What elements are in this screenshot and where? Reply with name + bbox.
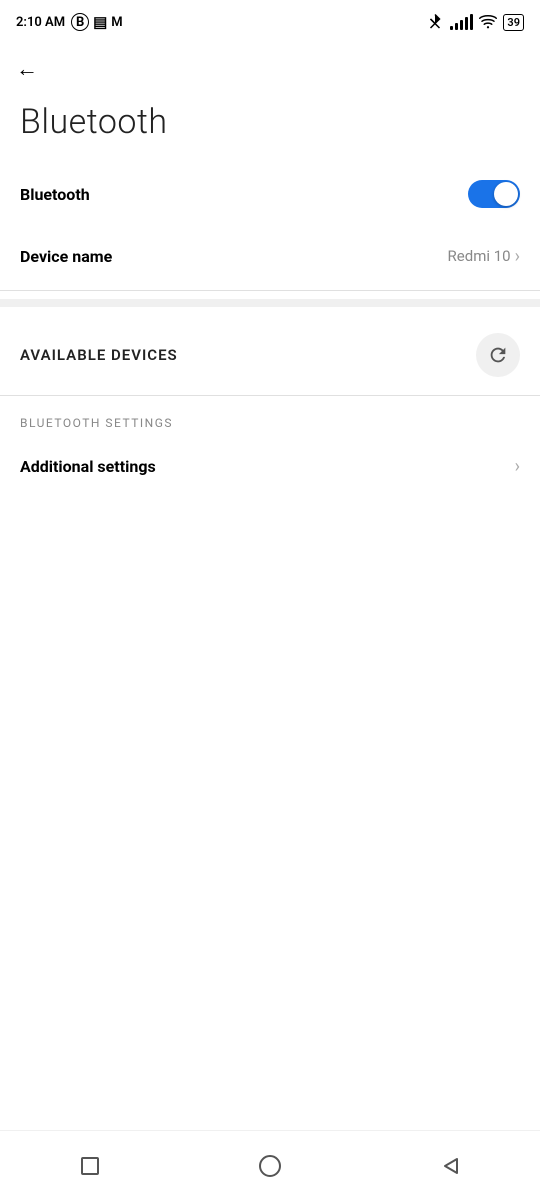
- device-name-label: Device name: [20, 247, 112, 266]
- device-name-value: Redmi 10 ›: [448, 246, 520, 267]
- back-button[interactable]: ←: [0, 44, 540, 94]
- status-icons: B ▤ M: [71, 13, 123, 31]
- bluetooth-toggle[interactable]: [468, 180, 520, 208]
- bluetooth-settings-label: BLUETOOTH SETTINGS: [0, 400, 540, 438]
- status-left: 2:10 AM B ▤ M: [16, 13, 123, 31]
- square-icon: [79, 1155, 101, 1177]
- bluetooth-status-icon: [426, 13, 444, 31]
- status-right: 39: [426, 13, 524, 31]
- divider-2: [0, 395, 540, 396]
- device-name-text: Redmi 10: [448, 247, 511, 265]
- back-arrow-icon: ←: [16, 57, 38, 82]
- triangle-icon: [439, 1155, 461, 1177]
- additional-settings-row[interactable]: Additional settings ›: [0, 438, 540, 495]
- wifi-icon: [479, 13, 497, 31]
- circle-icon: [257, 1153, 283, 1179]
- sim-icon: ▤: [93, 13, 107, 31]
- bluetooth-toggle-row[interactable]: Bluetooth: [0, 162, 540, 226]
- recents-button[interactable]: [60, 1136, 120, 1196]
- time-display: 2:10 AM: [16, 15, 65, 30]
- b-icon: B: [71, 13, 89, 31]
- page-title: Bluetooth: [0, 94, 540, 162]
- nav-back-button[interactable]: [420, 1136, 480, 1196]
- device-name-row[interactable]: Device name Redmi 10 ›: [0, 226, 540, 286]
- available-devices-section: AVAILABLE DEVICES: [0, 315, 540, 391]
- additional-settings-chevron-icon: ›: [515, 456, 520, 477]
- status-bar: 2:10 AM B ▤ M: [0, 0, 540, 44]
- bluetooth-label: Bluetooth: [20, 185, 90, 204]
- refresh-button[interactable]: [476, 333, 520, 377]
- refresh-icon: [487, 344, 509, 366]
- divider-1: [0, 290, 540, 291]
- signal-bars: [450, 14, 473, 30]
- mail-icon: M: [111, 15, 122, 30]
- additional-settings-label: Additional settings: [20, 457, 156, 476]
- chevron-right-icon: ›: [515, 246, 520, 267]
- home-button[interactable]: [240, 1136, 300, 1196]
- battery-level: 39: [507, 16, 520, 29]
- battery-indicator: 39: [503, 14, 524, 31]
- available-devices-label: AVAILABLE DEVICES: [20, 346, 178, 364]
- divider-thick: [0, 299, 540, 307]
- bottom-nav: [0, 1130, 540, 1200]
- toggle-thumb: [494, 182, 518, 206]
